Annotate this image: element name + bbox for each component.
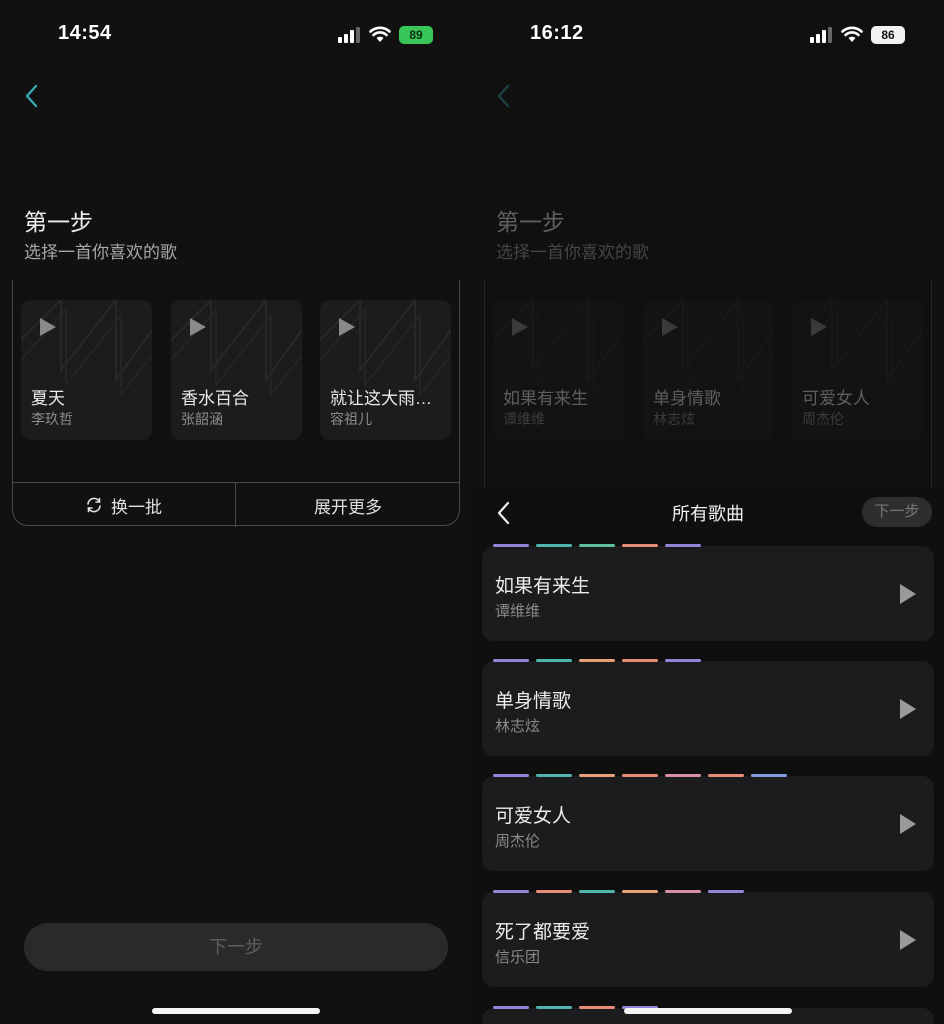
refresh-icon (87, 497, 101, 513)
card-song-title: 可爱女人 (802, 389, 870, 408)
cellular-signal-icon (810, 27, 832, 43)
expand-more-label: 展开更多 (314, 497, 382, 517)
status-bar: 14:54 89 (0, 0, 472, 70)
card-artist: 李玖哲 (31, 411, 73, 427)
card-artist: 容祖儿 (330, 411, 372, 427)
color-dashes (493, 774, 787, 777)
song-card[interactable]: 就让这大雨… 容祖儿 (320, 300, 451, 440)
play-icon (512, 318, 528, 336)
play-icon (339, 318, 355, 336)
back-chevron-icon[interactable] (18, 80, 46, 112)
step-title: 第一步 (496, 209, 565, 235)
song-artist: 谭维维 (495, 603, 541, 620)
card-artist: 周杰伦 (802, 411, 844, 427)
play-icon[interactable] (900, 930, 916, 950)
song-list-item[interactable]: 可爱女人 周杰伦 (482, 774, 934, 871)
color-dashes (493, 659, 701, 662)
status-time: 16:12 (530, 22, 584, 44)
card-artist: 林志炫 (653, 411, 695, 427)
step-subtitle: 选择一首你喜欢的歌 (24, 243, 177, 262)
song-title: 单身情歌 (495, 691, 572, 712)
card-song-title: 就让这大雨… (330, 389, 432, 408)
next-step-button[interactable]: 下一步 (862, 497, 932, 527)
play-icon[interactable] (900, 814, 916, 834)
all-songs-sheet: 所有歌曲 下一步 如果有来生 谭维维 单身情歌 林志炫 可爱女人 周杰伦 死了都… (472, 488, 944, 1024)
song-list-item[interactable]: 单身情歌 林志炫 (482, 659, 934, 756)
wifi-icon (841, 26, 863, 42)
next-step-button[interactable]: 下一步 (24, 923, 448, 971)
color-dashes (493, 544, 701, 547)
song-title: 如果有来生 (495, 576, 591, 597)
status-time: 14:54 (58, 22, 112, 44)
card-song-title: 如果有来生 (503, 389, 588, 408)
play-icon (662, 318, 678, 336)
card-song-title: 夏天 (31, 389, 65, 408)
play-icon[interactable] (900, 699, 916, 719)
play-icon[interactable] (900, 584, 916, 604)
card-artist: 谭维维 (503, 411, 545, 427)
battery-indicator: 86 (871, 26, 905, 44)
play-icon (190, 318, 206, 336)
panel-actions: 换一批 展开更多 (12, 482, 460, 527)
song-card: 单身情歌 林志炫 (643, 300, 774, 440)
step-subtitle: 选择一首你喜欢的歌 (496, 243, 649, 262)
wifi-icon (369, 26, 391, 42)
back-chevron-icon (497, 84, 510, 108)
song-artist: 周杰伦 (495, 833, 541, 850)
song-card[interactable]: 夏天 李玖哲 (21, 300, 152, 440)
right-screen: 16:12 86 第一步 选择一首你喜欢的歌 如果有来生 谭维维 单身情歌 林志… (472, 0, 944, 1024)
song-card: 如果有来生 谭维维 (493, 300, 624, 440)
card-song-title: 单身情歌 (653, 389, 721, 408)
card-song-title: 香水百合 (181, 389, 249, 408)
expand-more-button[interactable]: 展开更多 (236, 483, 460, 527)
status-bar: 16:12 86 (472, 0, 944, 70)
home-indicator[interactable] (624, 1008, 792, 1014)
song-artist: 林志炫 (495, 718, 541, 735)
play-icon (811, 318, 827, 336)
left-screen: 14:54 89 第一步 选择一首你喜欢的歌 夏天 李玖哲 香水百合 张韶涵 就… (0, 0, 472, 1024)
home-indicator[interactable] (152, 1008, 320, 1014)
cellular-signal-icon (338, 27, 360, 43)
song-card: 可爱女人 周杰伦 (792, 300, 923, 440)
refresh-batch-label: 换一批 (111, 497, 162, 517)
sheet-header: 所有歌曲 下一步 (472, 488, 944, 536)
song-title: 可爱女人 (495, 806, 572, 827)
song-list-item[interactable]: 如果有来生 谭维维 (482, 544, 934, 641)
step-title: 第一步 (24, 209, 93, 235)
refresh-batch-button[interactable]: 换一批 (12, 483, 235, 527)
song-card[interactable]: 香水百合 张韶涵 (171, 300, 302, 440)
battery-indicator: 89 (399, 26, 433, 44)
card-artist: 张韶涵 (181, 411, 223, 427)
song-list-item[interactable]: 死了都要爱 信乐团 (482, 890, 934, 987)
song-artist: 信乐团 (495, 949, 541, 966)
color-dashes (493, 890, 744, 893)
play-icon (40, 318, 56, 336)
song-title: 死了都要爱 (495, 922, 591, 943)
